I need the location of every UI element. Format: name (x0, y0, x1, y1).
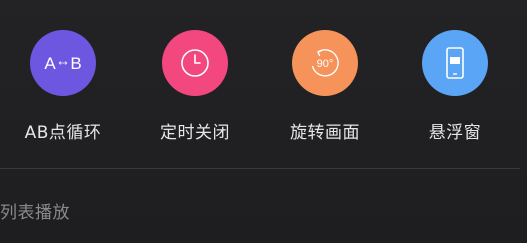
rotate-icon: 90° (292, 30, 358, 96)
rotate-screen-button[interactable]: 90° 旋转画面 (270, 30, 380, 143)
floating-window-label: 悬浮窗 (428, 123, 482, 143)
quick-actions-row: A B AB点循环 定时关闭 90° 旋转画面 悬浮窗 (0, 0, 527, 168)
ab-repeat-icon: A B (30, 30, 96, 96)
ab-icon-letter-b: B (70, 54, 81, 73)
sleep-timer-button[interactable]: 定时关闭 (140, 30, 250, 143)
player-more-panel: A B AB点循环 定时关闭 90° 旋转画面 悬浮窗 列表播放 (0, 0, 527, 243)
floating-window-icon (422, 30, 488, 96)
playlist-section-title: 列表播放 (0, 203, 70, 223)
sleep-timer-label: 定时关闭 (160, 123, 230, 143)
ab-icon-letter-a: A (44, 54, 56, 73)
rotate-screen-label: 旋转画面 (290, 123, 360, 143)
rotate-icon-angle: 90° (317, 58, 334, 70)
divider (0, 168, 520, 169)
floating-window-button[interactable]: 悬浮窗 (400, 30, 510, 143)
timer-icon (162, 30, 228, 96)
ab-repeat-button[interactable]: A B AB点循环 (8, 30, 118, 143)
ab-repeat-label: AB点循环 (24, 123, 102, 143)
